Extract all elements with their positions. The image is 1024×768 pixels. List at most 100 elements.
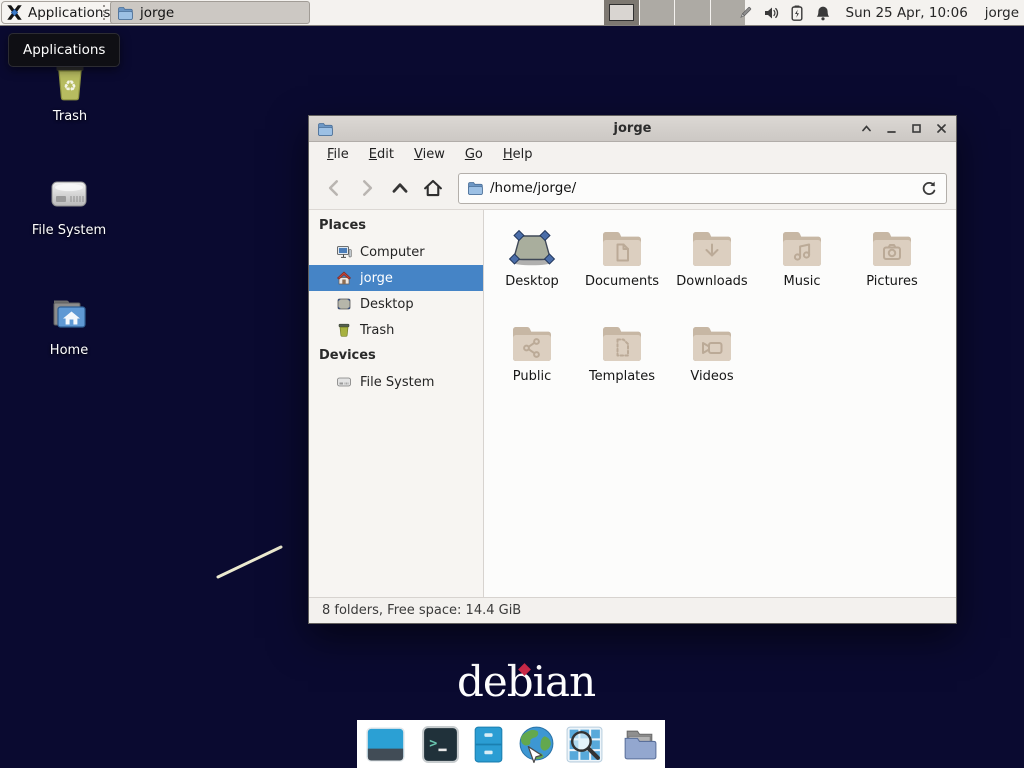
folder-item-desktop[interactable]: Desktop xyxy=(487,218,577,313)
menu-go[interactable]: Go xyxy=(455,144,493,165)
folder-icon xyxy=(117,5,133,21)
sidebar-item-label: jorge xyxy=(360,271,393,286)
menu-file[interactable]: File xyxy=(317,144,359,165)
desktop-icon-label: Home xyxy=(21,343,117,358)
taskbar-window-button[interactable]: jorge xyxy=(110,1,310,24)
svg-text:>: > xyxy=(429,736,437,751)
folder-item-pictures[interactable]: Pictures xyxy=(847,218,937,313)
drive-icon xyxy=(45,170,93,218)
sidebar-item-label: Desktop xyxy=(360,297,414,312)
application-finder-icon[interactable] xyxy=(564,724,605,765)
desktop-icon-home[interactable]: Home xyxy=(21,290,117,358)
maximize-button[interactable] xyxy=(910,122,923,135)
folder-label: Templates xyxy=(577,369,667,384)
sidebar-item-desktop[interactable]: Desktop xyxy=(309,291,483,317)
clock[interactable]: Sun 25 Apr, 10:06 xyxy=(846,5,968,21)
back-button[interactable] xyxy=(318,173,349,204)
panel-drag-handle[interactable] xyxy=(103,5,107,20)
window-title: jorge xyxy=(413,121,852,136)
close-button[interactable] xyxy=(935,122,948,135)
bell-icon[interactable] xyxy=(815,5,831,21)
workspace-switcher xyxy=(604,0,745,25)
terminal-icon[interactable]: > xyxy=(420,724,461,765)
desktop-icon xyxy=(336,296,352,312)
workspace-2[interactable] xyxy=(640,0,676,25)
window-body: Places Computer jorge xyxy=(309,210,956,597)
window-controls xyxy=(852,122,948,135)
folder-item-videos[interactable]: Videos xyxy=(667,313,757,408)
taskbar-window-label: jorge xyxy=(140,5,174,21)
reload-icon[interactable] xyxy=(919,179,938,198)
menu-help[interactable]: Help xyxy=(493,144,543,165)
sidebar-item-label: Trash xyxy=(360,323,394,338)
up-button[interactable] xyxy=(384,173,415,204)
documents-folder-icon xyxy=(598,223,646,271)
folder-item-public[interactable]: Public xyxy=(487,313,577,408)
top-panel: Applications jorge xyxy=(0,0,1024,26)
sidebar-item-trash[interactable]: Trash xyxy=(309,317,483,343)
file-cabinet-icon[interactable] xyxy=(468,724,509,765)
window-titlebar[interactable]: jorge xyxy=(309,116,956,142)
bottom-dock: > xyxy=(357,720,665,768)
folder-label: Music xyxy=(757,274,847,289)
web-browser-globe-icon[interactable] xyxy=(516,724,557,765)
battery-icon[interactable] xyxy=(789,5,805,21)
folder-label: Documents xyxy=(577,274,667,289)
status-bar: 8 folders, Free space: 14.4 GiB xyxy=(309,597,956,623)
folder-label: Pictures xyxy=(847,274,937,289)
music-folder-icon xyxy=(778,223,826,271)
show-desktop-icon[interactable] xyxy=(365,724,406,765)
folder-label: Videos xyxy=(667,369,757,384)
toolbar xyxy=(309,167,956,210)
window-folder-icon xyxy=(317,121,413,137)
stray-drawn-line xyxy=(210,540,290,585)
forward-button[interactable] xyxy=(351,173,382,204)
minimize-button[interactable] xyxy=(885,122,898,135)
home-icon xyxy=(336,270,352,286)
drive-icon xyxy=(336,374,352,390)
shade-button[interactable] xyxy=(860,122,873,135)
home-folder-icon xyxy=(45,290,93,338)
file-icon-view: Desktop Documents Downloads xyxy=(484,210,956,597)
desktop-surface-icon xyxy=(508,223,556,271)
applications-tooltip: Applications xyxy=(8,33,120,67)
computer-icon xyxy=(336,244,352,260)
folder-label: Downloads xyxy=(667,274,757,289)
pen-icon[interactable] xyxy=(737,5,753,21)
workspace-window-preview xyxy=(609,4,634,21)
downloads-folder-icon xyxy=(688,223,736,271)
sidebar-header-places: Places xyxy=(309,213,483,239)
public-folder-icon xyxy=(508,318,556,366)
debian-logo: debian xyxy=(457,656,595,708)
sidebar-item-label: File System xyxy=(360,375,434,390)
sidebar-item-jorge[interactable]: jorge xyxy=(309,265,483,291)
system-tray: Sun 25 Apr, 10:06 jorge xyxy=(737,0,1020,25)
file-manager-window: jorge File Edit View Go Help xyxy=(308,115,957,624)
desktop-icon-file-system[interactable]: File System xyxy=(21,170,117,238)
pictures-folder-icon xyxy=(868,223,916,271)
sidebar-item-computer[interactable]: Computer xyxy=(309,239,483,265)
sidebar-item-label: Computer xyxy=(360,245,425,260)
svg-text:♻: ♻ xyxy=(63,77,76,95)
volume-icon[interactable] xyxy=(763,5,779,21)
home-button[interactable] xyxy=(417,173,448,204)
folder-item-music[interactable]: Music xyxy=(757,218,847,313)
menu-edit[interactable]: Edit xyxy=(359,144,404,165)
file-manager-folder-icon[interactable] xyxy=(619,724,660,765)
path-input[interactable] xyxy=(490,180,912,196)
xfce-logo-icon xyxy=(6,4,23,21)
sidebar-header-devices: Devices xyxy=(309,343,483,369)
folder-label: Public xyxy=(487,369,577,384)
path-bar[interactable] xyxy=(458,173,947,204)
username-label[interactable]: jorge xyxy=(985,5,1019,21)
workspace-3[interactable] xyxy=(675,0,711,25)
folder-item-downloads[interactable]: Downloads xyxy=(667,218,757,313)
folder-item-templates[interactable]: Templates xyxy=(577,313,667,408)
folder-item-documents[interactable]: Documents xyxy=(577,218,667,313)
sidebar-item-file-system[interactable]: File System xyxy=(309,369,483,395)
desktop-icon-label: Trash xyxy=(22,109,118,124)
folder-label: Desktop xyxy=(487,274,577,289)
workspace-1[interactable] xyxy=(604,0,640,25)
menu-view[interactable]: View xyxy=(404,144,455,165)
menu-bar: File Edit View Go Help xyxy=(309,142,956,167)
